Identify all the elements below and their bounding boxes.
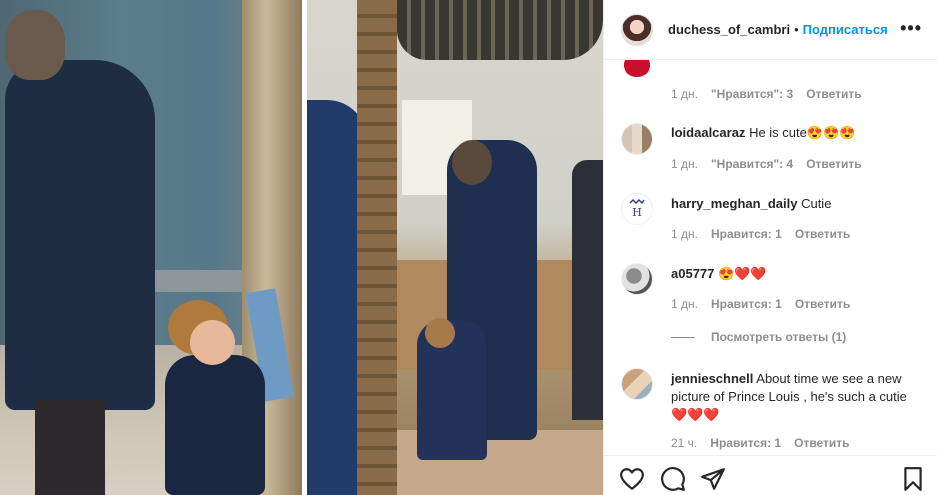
comment-meta: 1 дн. Нравится: 1 Ответить: [671, 297, 863, 311]
comment-avatar[interactable]: [621, 123, 653, 155]
comment-body: He is cute: [749, 125, 807, 140]
comment-time[interactable]: 1 дн.: [671, 297, 698, 311]
post-username[interactable]: duchess_of_cambri: [668, 22, 790, 37]
comment-username[interactable]: a05777: [671, 266, 714, 281]
adult-head: [5, 10, 65, 80]
heart-icon[interactable]: [619, 466, 645, 492]
photo-adult: [5, 10, 155, 495]
comment-avatar[interactable]: [621, 368, 653, 400]
share-icon[interactable]: [700, 466, 726, 492]
bookmark-icon[interactable]: [900, 466, 926, 492]
comment-text: loidaalcaraz He is cute😍😍😍: [671, 124, 911, 142]
comment-time[interactable]: 21 ч.: [671, 436, 697, 450]
replies-line: [671, 336, 695, 338]
reply-button[interactable]: Ответить: [795, 297, 850, 311]
comment-likes[interactable]: "Нравится": 4: [711, 157, 793, 171]
view-replies-label: Посмотреть ответы (1): [711, 330, 847, 344]
post-header: duchess_of_cambri • Подписаться •••: [604, 0, 937, 60]
comment-emoji: 😍😍😍: [806, 125, 856, 140]
photo-woman-head: [452, 140, 492, 185]
comment-icon[interactable]: [660, 466, 686, 492]
adult-legs: [35, 400, 105, 495]
comment-username[interactable]: harry_meghan_daily: [671, 196, 797, 211]
comment-meta: 1 дн. "Нравится": 3 Ответить: [671, 87, 875, 101]
comment-time[interactable]: 1 дн.: [671, 157, 698, 171]
comment-avatar[interactable]: [621, 60, 653, 78]
comment-meta: 21 ч. Нравится: 1 Ответить: [671, 436, 863, 450]
separator-dot: •: [794, 22, 799, 37]
reply-button[interactable]: Ответить: [794, 436, 849, 450]
comment-emoji: 😍❤️❤️: [718, 266, 767, 281]
monogram-icon: H: [629, 198, 645, 219]
child-body: [165, 355, 265, 495]
adult-coat: [5, 60, 155, 410]
photo-right: [307, 0, 603, 495]
comment-meta: 1 дн. "Нравится": 4 Ответить: [671, 157, 875, 171]
child-face: [190, 320, 235, 365]
comment-avatar[interactable]: H: [621, 193, 653, 225]
comment-likes[interactable]: Нравится: 1: [711, 227, 782, 241]
photo-skeleton: [397, 0, 603, 60]
reply-button[interactable]: Ответить: [806, 87, 861, 101]
comments-list[interactable]: 1 дн. "Нравится": 3 Ответить loidaalcara…: [604, 60, 937, 455]
more-icon[interactable]: •••: [900, 18, 922, 39]
comment-text: harry_meghan_daily Cutie: [671, 195, 911, 213]
post-media[interactable]: [0, 0, 603, 495]
action-bar: [604, 455, 937, 495]
photo-person: [572, 160, 603, 420]
comment-body: Cutie: [801, 196, 832, 211]
post-sidebar: duchess_of_cambri • Подписаться ••• 1 дн…: [603, 0, 937, 495]
comment-likes[interactable]: Нравится: 1: [710, 436, 781, 450]
photo-left: [0, 0, 302, 495]
reply-button[interactable]: Ответить: [806, 157, 861, 171]
comment-avatar[interactable]: [621, 263, 653, 295]
comment-emoji: ❤️❤️❤️: [671, 407, 720, 422]
comment-text: a05777 😍❤️❤️: [671, 265, 911, 283]
comment-username[interactable]: jennieschnell: [671, 371, 753, 386]
photo-pillar: [357, 0, 397, 495]
svg-text:H: H: [632, 206, 642, 219]
photo-kid-head: [425, 318, 455, 348]
comment-username[interactable]: loidaalcaraz: [671, 125, 745, 140]
view-replies-button[interactable]: Посмотреть ответы (1): [671, 330, 846, 344]
avatar[interactable]: [621, 13, 653, 46]
photo-child: [160, 288, 295, 495]
comment-time[interactable]: 1 дн.: [671, 227, 698, 241]
comment-meta: 1 дн. Нравится: 1 Ответить: [671, 227, 863, 241]
comment-text: jennieschnell About time we see a new pi…: [671, 370, 911, 424]
follow-button[interactable]: Подписаться: [803, 22, 888, 37]
reply-button[interactable]: Ответить: [795, 227, 850, 241]
comment-time[interactable]: 1 дн.: [671, 87, 698, 101]
comment-likes[interactable]: Нравится: 1: [711, 297, 782, 311]
comment-likes[interactable]: "Нравится": 3: [711, 87, 793, 101]
